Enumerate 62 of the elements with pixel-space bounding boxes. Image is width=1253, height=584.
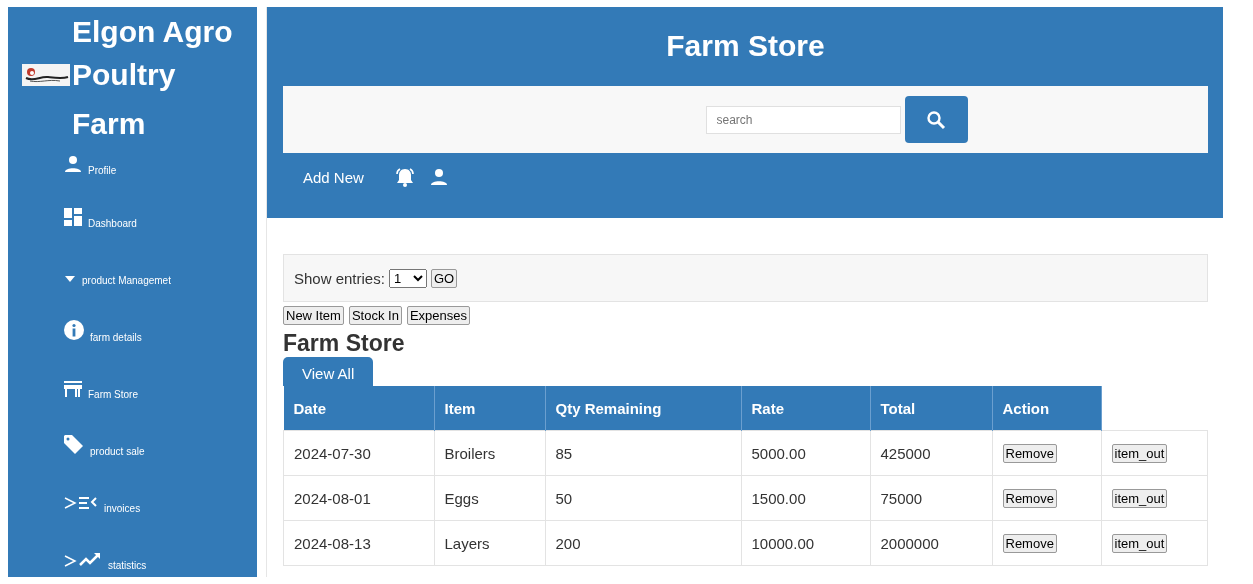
bell-icon [393,167,416,187]
list-icon [64,495,98,511]
item-out-button[interactable]: item_out [1111,488,1168,508]
user-button[interactable] [429,168,448,186]
table-cell: 85 [545,430,741,476]
entries-label: Show entries: [294,269,385,287]
search-button[interactable] [904,96,968,143]
search-field[interactable]: search [705,105,901,134]
item-out-button[interactable]: item_out [1111,533,1168,553]
sidebar-item[interactable]: Dashboard [8,188,257,245]
table-cell: 2024-08-13 [283,520,434,566]
table-cell: Broilers [434,430,545,476]
sidebar-item[interactable]: product sale [8,416,257,473]
view-all-tab[interactable]: View All [283,357,374,386]
bell-button[interactable] [393,167,416,187]
entries-select[interactable]: 1 [388,268,427,288]
table-cell: 10000.00 [741,520,870,566]
sidebar-item[interactable]: statistics [8,530,257,577]
action-button[interactable]: New Item [283,306,344,325]
table-cell: 2024-07-30 [283,430,434,476]
brand-title: Poultry [72,59,176,90]
sidebar-item[interactable]: Profile [8,148,257,188]
brand-title: Elgon Agro [72,16,233,47]
column-header: Action [992,386,1101,431]
column-header: Rate [741,386,870,431]
sidebar-item[interactable]: farm details [8,302,257,359]
caret-icon [64,275,76,283]
action-button[interactable]: Expenses [406,306,470,325]
sidebar-item[interactable]: product Managemet [8,245,257,302]
dashboard-icon [64,208,82,226]
table-cell: 200 [545,520,741,566]
remove-button[interactable]: Remove [1002,533,1057,553]
sidebar-item[interactable]: invoices [8,473,257,530]
remove-button[interactable]: Remove [1002,443,1057,463]
column-header: Date [283,386,434,431]
table-cell: 75000 [870,475,992,521]
page-title: Farm Store [665,29,826,63]
brand-title: Farm [72,108,146,139]
table-cell: 1500.00 [741,475,870,521]
go-button[interactable]: GO [430,268,458,288]
trend-icon [64,552,102,568]
person-icon [64,155,82,173]
column-header: Total [870,386,992,431]
table-cell: Eggs [434,475,545,521]
person-icon [429,168,448,186]
table-cell: Layers [434,520,545,566]
sidebar-item[interactable]: Farm Store [8,359,257,416]
column-header: Qty Remaining [545,386,741,431]
item-out-button[interactable]: item_out [1111,443,1168,463]
table-cell: 425000 [870,430,992,476]
table-cell: 50 [545,475,741,521]
add-new-link[interactable]: Add New [303,168,364,186]
table-cell: 2024-08-01 [283,475,434,521]
tag-icon [64,434,84,454]
table-cell: 2000000 [870,520,992,566]
table-cell: 5000.00 [741,430,870,476]
search-icon [926,109,946,130]
section-title: Farm Store [283,330,406,357]
info-icon [64,320,84,340]
action-button[interactable]: Stock In [348,306,402,325]
column-header: Item [434,386,545,431]
remove-button[interactable]: Remove [1002,488,1057,508]
